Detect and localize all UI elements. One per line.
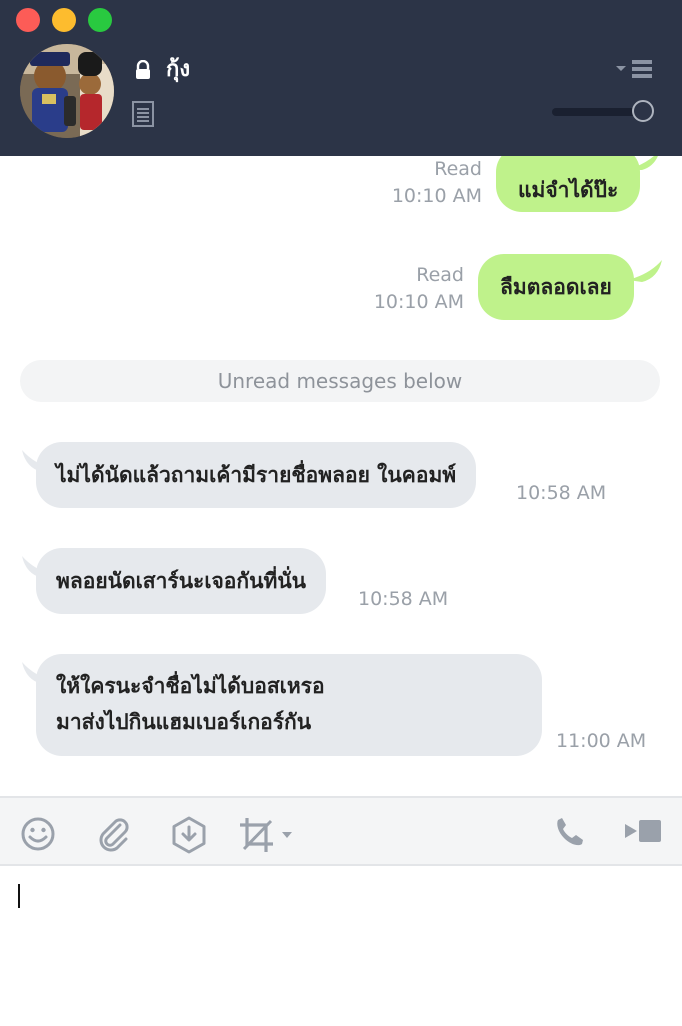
avatar[interactable]: [20, 44, 114, 138]
message-time: 10:58 AM: [516, 482, 607, 504]
emoji-icon[interactable]: [20, 816, 56, 852]
message-text: แม่จำได้ป๊ะ: [518, 178, 619, 202]
text-caret: [18, 884, 20, 908]
message-time: 11:00 AM: [556, 730, 647, 752]
call-icon[interactable]: [554, 816, 586, 850]
message-bubble-outgoing[interactable]: ลืมตลอดเลย: [478, 254, 634, 320]
message-time: 10:10 AM: [391, 185, 482, 207]
attach-icon[interactable]: [96, 816, 132, 852]
lock-icon: [136, 60, 150, 79]
video-call-icon[interactable]: [624, 816, 662, 846]
transparency-slider[interactable]: [552, 99, 654, 125]
maximize-window-button[interactable]: [88, 8, 112, 32]
crop-icon[interactable]: [238, 816, 294, 854]
chat-header: กุ้ง: [0, 0, 682, 156]
message-text: ไม่ได้นัดแล้วถามเค้ามีรายชื่อพลอย ในคอมพ…: [56, 463, 457, 487]
message-bubble-incoming[interactable]: พลอยนัดเสาร์นะเจอกันที่นั่น: [36, 548, 327, 614]
read-status: Read: [434, 158, 482, 180]
message-meta: Read 10:10 AM: [340, 156, 482, 210]
close-window-button[interactable]: [16, 8, 40, 32]
note-icon[interactable]: [132, 101, 154, 127]
message-text: ลืมตลอดเลย: [500, 275, 612, 299]
dropdown-menu-icon[interactable]: [616, 58, 654, 80]
message-text-line: ให้ใครนะจำชื่อไม่ได้บอสเหรอ: [56, 674, 325, 698]
slider-knob[interactable]: [632, 100, 654, 122]
message-text: พลอยนัดเสาร์นะเจอกันที่นั่น: [56, 569, 307, 593]
message-list[interactable]: Read 10:10 AM แม่จำได้ป๊ะ Read 10:10 AM …: [0, 156, 682, 796]
read-status: Read: [416, 264, 464, 286]
message-text-line: มาส่งไปกินแฮมเบอร์เกอร์กัน: [56, 710, 312, 734]
message-input-area[interactable]: [0, 866, 682, 1026]
message-bubble-incoming[interactable]: ไม่ได้นัดแล้วถามเค้ามีรายชื่อพลอย ในคอมพ…: [36, 442, 477, 508]
message-bubble-incoming[interactable]: ให้ใครนะจำชื่อไม่ได้บอสเหรอ มาส่งไปกินแฮ…: [36, 654, 542, 756]
message-meta: Read 10:10 AM: [322, 262, 464, 316]
chat-name[interactable]: กุ้ง: [166, 54, 190, 86]
minimize-window-button[interactable]: [52, 8, 76, 32]
message-bubble-outgoing[interactable]: แม่จำได้ป๊ะ: [496, 156, 641, 212]
download-icon[interactable]: [170, 816, 208, 854]
message-time: 10:10 AM: [373, 291, 464, 313]
message-time: 10:58 AM: [358, 588, 449, 610]
compose-toolbar: [0, 796, 682, 866]
message-input[interactable]: [14, 880, 668, 1014]
unread-divider: Unread messages below: [20, 360, 660, 402]
